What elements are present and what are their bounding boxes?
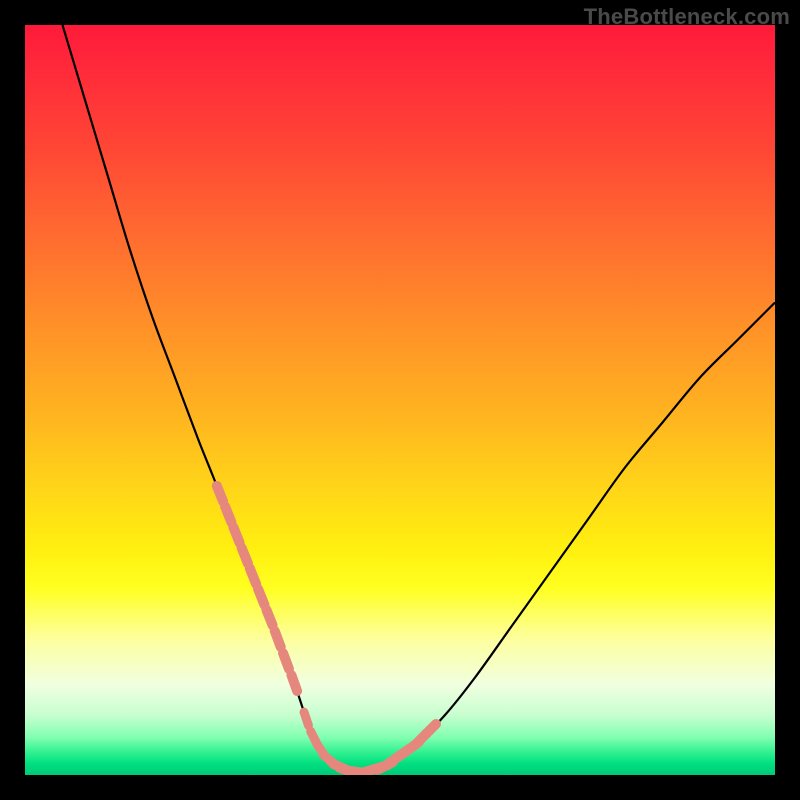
plot-area: [25, 25, 775, 775]
tick-mark: [275, 631, 281, 647]
tick-mark: [250, 568, 256, 584]
tick-mark: [291, 675, 297, 691]
tick-mark: [283, 653, 289, 669]
tick-mark: [225, 506, 231, 522]
tick-mark: [242, 548, 248, 564]
curve-svg: [25, 25, 775, 775]
tick-mark: [266, 610, 272, 626]
chart-frame: TheBottleneck.com: [0, 0, 800, 800]
tick-marks-group: [217, 486, 436, 774]
tick-mark: [258, 589, 264, 605]
watermark-text: TheBottleneck.com: [584, 4, 790, 30]
tick-mark: [217, 486, 223, 502]
bottleneck-curve: [63, 25, 776, 773]
tick-mark: [233, 527, 239, 543]
tick-mark: [304, 712, 308, 725]
tick-mark: [424, 724, 436, 736]
